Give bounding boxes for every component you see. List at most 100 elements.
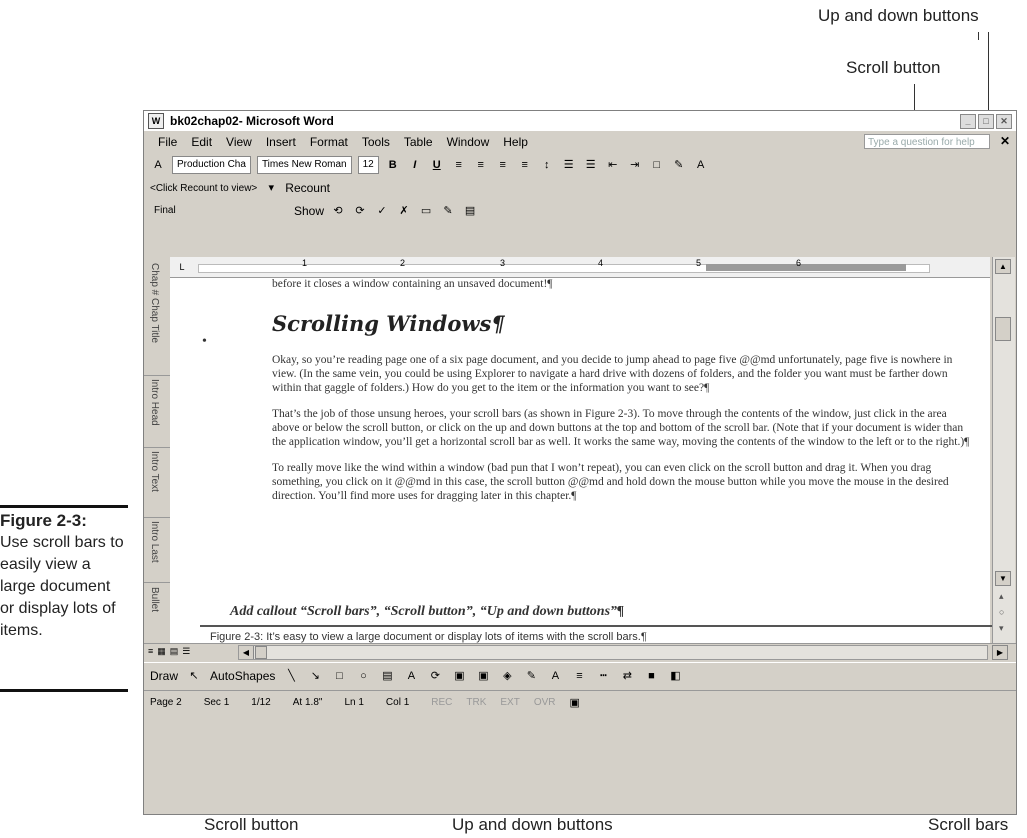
scroll-right-button[interactable]: ▶	[992, 645, 1008, 660]
status-at: At 1.8"	[292, 696, 323, 708]
oval-icon[interactable]: ○	[355, 668, 371, 684]
align-left-icon[interactable]: ≡	[451, 157, 467, 173]
vertical-scroll-bar[interactable]: ▲ ▼ ▴ ○ ▾	[992, 257, 1015, 643]
picture-icon[interactable]: ▣	[475, 668, 491, 684]
figure-text: Use scroll bars to easily view a large d…	[0, 534, 124, 639]
fill-color-icon[interactable]: ◈	[499, 668, 515, 684]
heading-scrolling-windows: Scrolling Windows¶	[272, 311, 505, 336]
scroll-left-button[interactable]: ◀	[239, 646, 254, 659]
maximize-icon[interactable]: □	[978, 114, 994, 129]
select-objects-icon[interactable]: ↖	[186, 668, 202, 684]
accept-change-icon[interactable]: ✓	[374, 203, 390, 219]
bullet-mark: •	[202, 334, 207, 349]
line-style-icon[interactable]: ≡	[571, 668, 587, 684]
callout-scroll-bars: Scroll bars	[928, 815, 1009, 834]
text-box-icon[interactable]: ▤	[379, 668, 395, 684]
reject-change-icon[interactable]: ✗	[396, 203, 412, 219]
menu-format[interactable]: Format	[310, 135, 348, 149]
font-color-icon[interactable]: A	[693, 157, 709, 173]
line-color-icon[interactable]: ✎	[523, 668, 539, 684]
underline-button[interactable]: U	[429, 157, 445, 173]
style-dropdown[interactable]: Production Cha	[172, 156, 251, 174]
title-bar[interactable]: W bk02chap02 - Microsoft Word _ □ ✕	[144, 111, 1016, 131]
horizontal-ruler[interactable]: L 1 2 3 4 5 6	[170, 257, 990, 278]
draw-menu[interactable]: Draw	[150, 669, 178, 683]
border-icon[interactable]: □	[649, 157, 665, 173]
highlight-icon[interactable]: ✎	[671, 157, 687, 173]
arrow-icon[interactable]: ↘	[307, 668, 323, 684]
word-doc-icon[interactable]: W	[148, 113, 164, 129]
align-center-icon[interactable]: ≡	[473, 157, 489, 173]
menu-tools[interactable]: Tools	[362, 135, 390, 149]
italic-button[interactable]: I	[407, 157, 423, 173]
ruler-number: 1	[302, 258, 308, 268]
increase-indent-icon[interactable]: ⇥	[627, 157, 643, 173]
menu-edit[interactable]: Edit	[191, 135, 212, 149]
callout-note: Add callout “Scroll bars”, “Scroll butto…	[230, 604, 625, 619]
recount-button[interactable]: Recount	[285, 181, 330, 195]
next-change-icon[interactable]: ⟳	[352, 203, 368, 219]
status-rec[interactable]: REC	[431, 697, 452, 708]
tab-selector-icon[interactable]: L	[174, 259, 190, 275]
arrow-style-icon[interactable]: ⇄	[619, 668, 635, 684]
dropdown-arrow-icon[interactable]: ▾	[263, 180, 279, 196]
close-icon[interactable]: ✕	[996, 114, 1012, 129]
bullets-icon[interactable]: ☰	[583, 157, 599, 173]
previous-change-icon[interactable]: ⟲	[330, 203, 346, 219]
line-spacing-icon[interactable]: ↕	[539, 157, 555, 173]
line-icon[interactable]: ╲	[283, 668, 299, 684]
autoshapes-menu[interactable]: AutoShapes	[210, 669, 275, 683]
dash-style-icon[interactable]: ┅	[595, 668, 611, 684]
status-ovr[interactable]: OVR	[534, 697, 556, 708]
wordart-icon[interactable]: A	[403, 668, 419, 684]
menu-table[interactable]: Table	[404, 135, 433, 149]
scroll-up-button[interactable]: ▲	[995, 259, 1011, 274]
clip-art-icon[interactable]: ▣	[451, 668, 467, 684]
status-line: Ln 1	[344, 696, 364, 708]
scroll-down-button[interactable]: ▼	[995, 571, 1011, 586]
recount-field[interactable]: <Click Recount to view>	[150, 183, 257, 194]
status-ext[interactable]: EXT	[500, 697, 519, 708]
next-page-icon[interactable]: ▾	[999, 623, 1004, 634]
callout-up-down-buttons-top: Up and down buttons	[818, 6, 979, 25]
diagram-icon[interactable]: ⟳	[427, 668, 443, 684]
menu-window[interactable]: Window	[447, 135, 490, 149]
vertical-scroll-thumb[interactable]	[995, 317, 1011, 341]
menu-bar: File Edit View Insert Format Tools Table…	[144, 132, 1016, 152]
bold-button[interactable]: B	[385, 157, 401, 173]
insert-comment-icon[interactable]: ▭	[418, 203, 434, 219]
outline-view-icon[interactable]: ☰	[182, 646, 190, 657]
rectangle-icon[interactable]: □	[331, 668, 347, 684]
close-document-icon[interactable]: ✕	[1000, 134, 1010, 148]
font-size-dropdown[interactable]: 12	[357, 156, 379, 174]
normal-view-icon[interactable]: ≡	[148, 646, 153, 657]
select-browse-object-icon[interactable]: ○	[999, 607, 1004, 617]
menu-insert[interactable]: Insert	[266, 135, 296, 149]
horizontal-scroll-thumb[interactable]	[255, 646, 267, 659]
doc-name: bk02chap02	[170, 114, 239, 128]
3d-icon[interactable]: ◧	[667, 668, 683, 684]
spelling-status-icon[interactable]: ▣	[570, 696, 580, 709]
ask-question-input[interactable]: Type a question for help	[864, 134, 990, 149]
styles-pane-icon[interactable]: A	[150, 157, 166, 173]
web-view-icon[interactable]: ▦	[157, 646, 166, 657]
font-color-icon[interactable]: A	[547, 668, 563, 684]
horizontal-scroll-bar[interactable]: ◀	[238, 645, 988, 660]
font-dropdown[interactable]: Times New Roman	[256, 156, 352, 174]
status-trk[interactable]: TRK	[466, 697, 486, 708]
track-changes-icon[interactable]: ✎	[440, 203, 456, 219]
reviewing-pane-icon[interactable]: ▤	[462, 203, 478, 219]
show-button[interactable]: Show	[294, 204, 324, 218]
menu-file[interactable]: File	[158, 135, 177, 149]
decrease-indent-icon[interactable]: ⇤	[605, 157, 621, 173]
numbering-icon[interactable]: ☰	[561, 157, 577, 173]
minimize-icon[interactable]: _	[960, 114, 976, 129]
justify-icon[interactable]: ≡	[517, 157, 533, 173]
menu-help[interactable]: Help	[503, 135, 528, 149]
display-for-review-dropdown[interactable]: Final	[150, 203, 288, 219]
shadow-icon[interactable]: ■	[643, 668, 659, 684]
print-view-icon[interactable]: ▤	[170, 646, 179, 657]
align-right-icon[interactable]: ≡	[495, 157, 511, 173]
menu-view[interactable]: View	[226, 135, 252, 149]
previous-page-icon[interactable]: ▴	[999, 591, 1004, 602]
